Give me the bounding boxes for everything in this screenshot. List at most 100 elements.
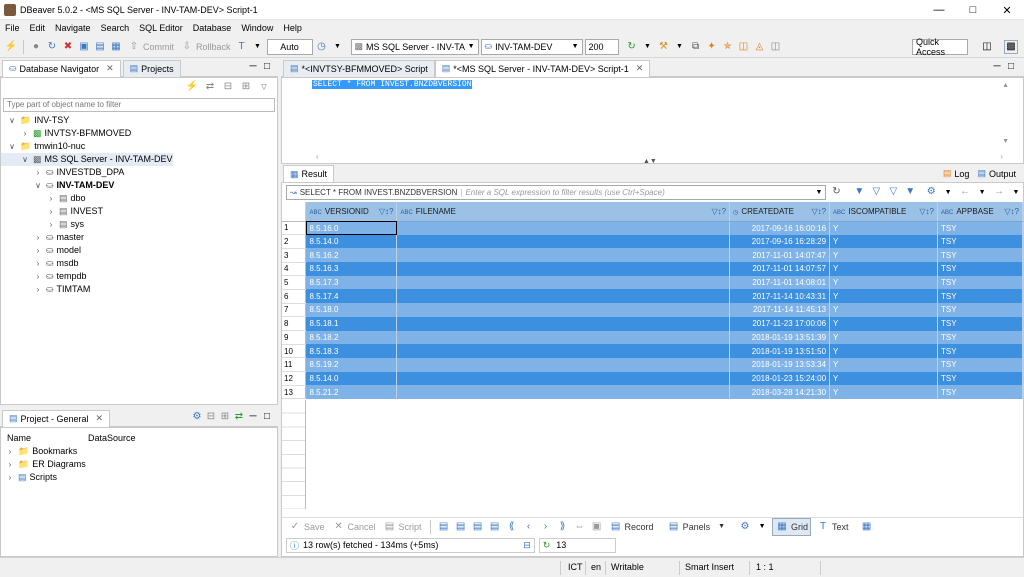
table-cell[interactable]: Y — [829, 303, 938, 317]
table-cell[interactable]: 2017-11-14 11:45:13 — [729, 303, 831, 317]
row-count-box[interactable]: ↻ 13 — [538, 537, 616, 553]
tree-node[interactable]: › ⛀ tempdb — [1, 270, 277, 283]
table-cell[interactable]: 8.5.14.0 — [305, 234, 398, 249]
grid-view-button[interactable]: ▦ Grid — [772, 517, 812, 536]
column-header-filename[interactable]: ABC FILENAME ▽↕? — [396, 202, 731, 222]
scroll-right-icon[interactable]: › — [1000, 152, 1003, 161]
table-row[interactable]: 2 8.5.14.0 2017-09-16 16:28:29 Y TSY — [282, 234, 1023, 249]
maximize-panel-icon[interactable]: □ — [260, 60, 274, 74]
next-page-icon[interactable]: › — [539, 520, 553, 534]
copy-row-icon[interactable]: ▤ — [471, 520, 485, 534]
table-cell[interactable]: Y — [829, 234, 938, 249]
tree-node[interactable]: › ⛀ msdb — [1, 257, 277, 270]
new-script-icon[interactable]: ▣ — [77, 40, 91, 54]
expand-all-icon[interactable]: ⊞ — [239, 80, 253, 94]
table-cell[interactable]: Y — [829, 330, 938, 345]
open-perspective-icon[interactable]: ◫ — [980, 40, 994, 54]
row-number[interactable]: 2 — [282, 234, 307, 249]
sql-editor-icon[interactable]: ▤ — [93, 40, 107, 54]
table-cell[interactable]: TSY — [937, 371, 1023, 386]
tree-node[interactable]: › ▤ sys — [1, 218, 277, 231]
table-cell[interactable] — [396, 289, 731, 304]
chevron-right-icon[interactable]: › — [33, 257, 43, 270]
table-cell[interactable] — [396, 371, 731, 386]
back-icon[interactable]: ← — [958, 185, 972, 199]
column-header-appbase[interactable]: ABC APPBASE ▽↕? — [937, 202, 1023, 222]
table-cell[interactable] — [396, 248, 731, 263]
table-cell[interactable]: TSY — [937, 262, 1023, 276]
refresh-connection-icon[interactable]: ↻ — [45, 40, 59, 54]
chevron-down-icon[interactable]: ∨ — [33, 179, 43, 192]
table-cell[interactable]: 2018-01-23 15:24:00 — [729, 371, 831, 386]
project-item[interactable]: › 📁 Bookmarks — [5, 445, 277, 458]
collapse-all-icon[interactable]: ⊟ — [221, 80, 235, 94]
tab-database-navigator[interactable]: ⛀ Database Navigator ✕ — [2, 59, 121, 77]
table-cell[interactable]: Y — [829, 262, 938, 276]
row-number[interactable]: 1 — [282, 221, 307, 236]
first-page-icon[interactable]: ⟪ — [505, 520, 519, 534]
tree-node[interactable]: ∨ 📁 INV-TSY — [1, 114, 277, 127]
link-editor-icon[interactable]: ⇄ — [232, 410, 246, 424]
close-icon[interactable]: ✕ — [96, 413, 104, 424]
column-header-versionid[interactable]: ABC VERSIONID ▽↕? — [305, 202, 398, 222]
chevron-right-icon[interactable]: › — [33, 244, 43, 257]
table-row[interactable]: 13 8.5.21.2 2018-03-28 14:21:30 Y TSY — [282, 385, 1023, 400]
connect-icon[interactable]: ⚡ — [4, 40, 18, 54]
project-item[interactable]: › ▤ Scripts — [5, 471, 277, 484]
forward-icon[interactable]: → — [992, 185, 1006, 199]
refresh-icon[interactable]: ↻ — [625, 40, 639, 54]
close-icon[interactable]: ✕ — [990, 0, 1024, 20]
sql-query-text[interactable]: SELECT * FROM INVEST.BNZDBVERSION — [312, 80, 473, 89]
table-cell[interactable]: Y — [829, 316, 938, 331]
row-number[interactable]: 13 — [282, 385, 307, 400]
table-cell[interactable] — [396, 316, 731, 331]
menu-sql-editor[interactable]: SQL Editor — [134, 20, 188, 36]
table-row[interactable]: 12 8.5.14.0 2018-01-23 15:24:00 Y TSY — [282, 371, 1023, 386]
import-icon[interactable]: ◬ — [753, 40, 767, 54]
column-filter-icon[interactable]: ▽↕? — [811, 207, 826, 216]
table-cell[interactable]: 2017-11-01 14:07:57 — [729, 262, 831, 276]
table-cell[interactable] — [396, 357, 731, 372]
chevron-right-icon[interactable]: › — [33, 283, 43, 296]
refresh-results-icon[interactable]: ↻ — [829, 185, 843, 199]
table-cell[interactable]: 8.5.18.1 — [305, 316, 398, 331]
chevron-right-icon[interactable]: › — [20, 127, 30, 140]
datasource-select[interactable]: ▩ MS SQL Server - INV-TAM ▼ — [350, 38, 479, 55]
tab-projects[interactable]: ▤ Projects — [122, 59, 181, 77]
table-cell[interactable]: 2017-11-23 17:00:06 — [729, 316, 831, 331]
chevron-down-icon[interactable]: ▼ — [975, 185, 989, 199]
chevron-down-icon[interactable]: ▼ — [941, 185, 955, 199]
chevron-right-icon[interactable]: › — [33, 231, 43, 244]
tab-result[interactable]: ▦ Result — [283, 165, 335, 182]
row-number[interactable]: 4 — [282, 262, 307, 277]
filter-clear-icon[interactable]: ▽ — [869, 185, 883, 199]
tree-node[interactable]: › ▤ INVEST — [1, 205, 277, 218]
table-cell[interactable]: Y — [829, 344, 938, 358]
disconnect-icon[interactable]: ● — [29, 40, 43, 54]
layout-icon[interactable]: ▦ — [860, 520, 874, 534]
scroll-up-icon[interactable]: ▲ — [1002, 82, 1009, 89]
table-cell[interactable] — [396, 303, 731, 317]
row-number[interactable]: 3 — [282, 248, 307, 263]
previous-page-icon[interactable]: ‹ — [522, 520, 536, 534]
table-cell[interactable]: TSY — [937, 275, 1023, 290]
table-cell[interactable]: 8.5.17.3 — [305, 275, 398, 290]
minimize-panel-icon[interactable]: ─ — [246, 410, 260, 424]
table-cell[interactable] — [396, 234, 731, 249]
table-cell[interactable]: Y — [829, 289, 938, 304]
row-number[interactable]: 12 — [282, 371, 307, 386]
table-cell[interactable] — [396, 262, 731, 276]
table-row[interactable]: 7 8.5.18.0 2017-11-14 11:45:13 Y TSY — [282, 303, 1023, 318]
tree-node[interactable]: › ▤ dbo — [1, 192, 277, 205]
table-cell[interactable]: Y — [829, 357, 938, 372]
row-number[interactable]: 7 — [282, 303, 307, 318]
table-cell[interactable]: Y — [829, 221, 938, 235]
table-cell[interactable] — [396, 385, 731, 399]
transaction-mode-icon[interactable]: T — [235, 40, 249, 54]
settings-icon[interactable]: ⚙ — [738, 520, 752, 534]
table-cell[interactable]: 8.5.18.0 — [305, 303, 398, 317]
collapse-all-icon[interactable]: ⊟ — [204, 410, 218, 424]
table-row[interactable]: 9 8.5.18.2 2018-01-19 13:51:39 Y TSY — [282, 330, 1023, 345]
table-cell[interactable]: 2018-01-19 13:51:50 — [729, 344, 831, 358]
chevron-right-icon[interactable]: › — [5, 471, 15, 484]
